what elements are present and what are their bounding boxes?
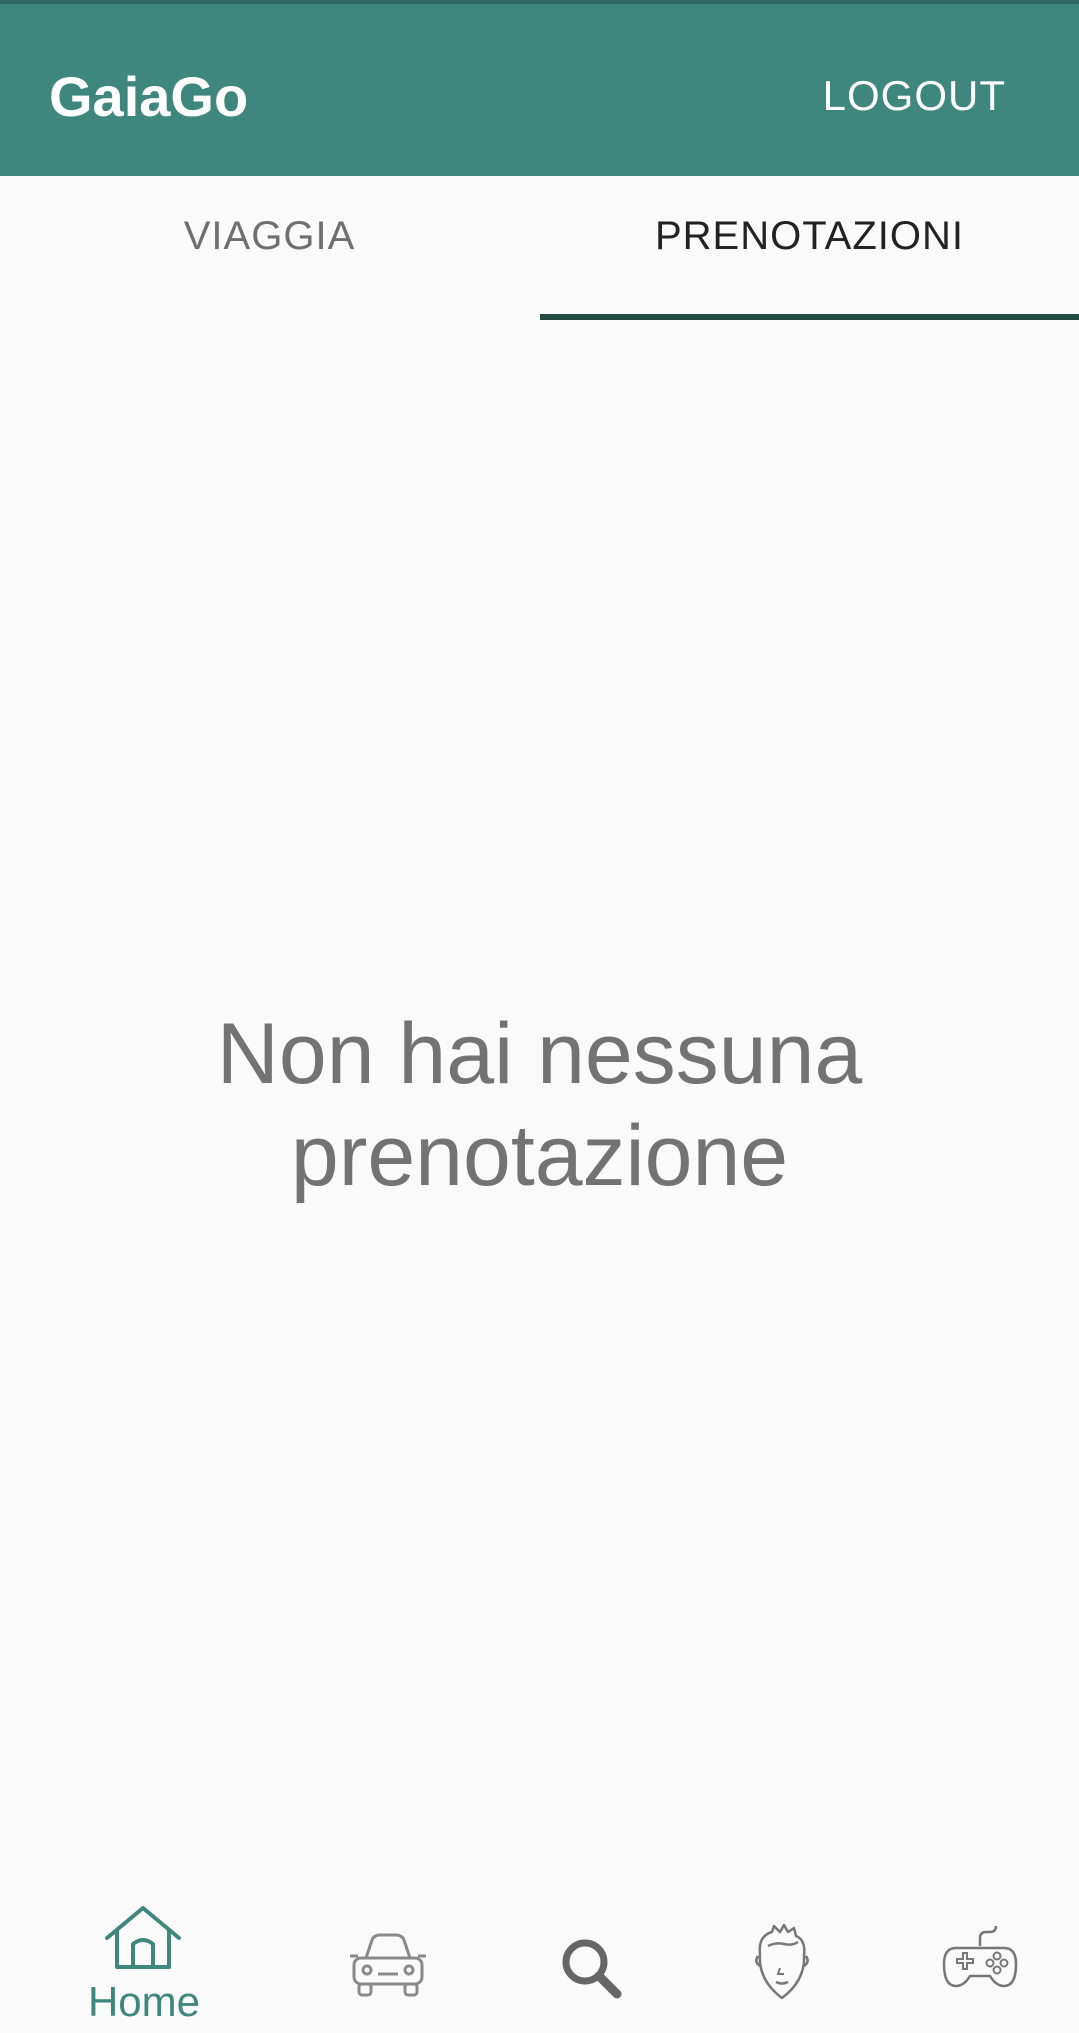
nav-home-label: Home [87, 1978, 201, 2025]
search-icon [562, 1939, 622, 1999]
selected-tab-indicator [540, 314, 1079, 320]
tab-prenotazioni-label: PRENOTAZIONI [654, 213, 965, 258]
empty-message-line-1: Non hai nessuna [216, 1006, 863, 1102]
tab-bar: VIAGGIA PRENOTAZIONI [0, 176, 1079, 320]
logout-button[interactable]: LOGOUT [823, 66, 1006, 126]
nav-search[interactable] [511, 1880, 671, 2033]
tab-prenotazioni[interactable]: PRENOTAZIONI [540, 176, 1079, 320]
empty-message-line-2: prenotazione [290, 1108, 789, 1204]
bottom-navigation: Home [0, 1880, 1079, 2033]
tab-viaggia-label: VIAGGIA [183, 213, 356, 258]
nav-profile[interactable] [702, 1880, 862, 2033]
tab-viaggia[interactable]: VIAGGIA [0, 176, 539, 320]
nav-home[interactable]: Home [64, 1880, 224, 2033]
nav-games[interactable] [900, 1880, 1060, 2033]
gamepad-icon [942, 1925, 1018, 1988]
empty-bookings-message: Non hai nessuna prenotazione [0, 1003, 1079, 1207]
app-bar: GaiaGo LOGOUT [0, 0, 1079, 176]
car-icon [350, 1933, 426, 1997]
profile-face-icon [755, 1924, 809, 2000]
nav-car[interactable] [308, 1880, 468, 2033]
home-icon [105, 1906, 181, 1969]
app-title: GaiaGo [49, 65, 249, 128]
